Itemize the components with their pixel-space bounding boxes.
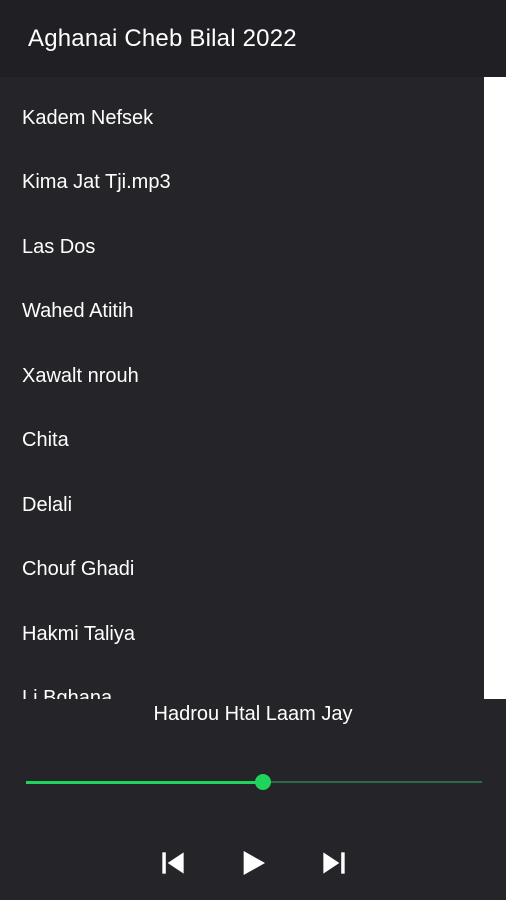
song-item[interactable]: Chouf Ghadi [0, 538, 484, 603]
play-button[interactable] [235, 845, 271, 881]
seek-bar[interactable] [26, 772, 482, 792]
song-item[interactable]: Wahed Atitih [0, 280, 484, 345]
song-item[interactable]: Xawalt nrouh [0, 344, 484, 409]
app-title: Aghanai Cheb Bilal 2022 [28, 24, 297, 52]
song-item[interactable]: Chita [0, 409, 484, 474]
song-item[interactable]: Las Dos [0, 215, 484, 280]
song-item[interactable]: Kima Jat Tji.mp3 [0, 151, 484, 216]
song-item[interactable]: Hakmi Taliya [0, 602, 484, 667]
right-panel-edge [484, 77, 506, 699]
player-panel: Hadrou Htal Laam Jay [0, 699, 506, 900]
now-playing-title: Hadrou Htal Laam Jay [153, 703, 353, 725]
song-item[interactable]: Li Bghana [0, 667, 484, 699]
song-item[interactable]: Delali [0, 473, 484, 538]
song-item[interactable]: Kadem Nefsek [0, 86, 484, 151]
app-bar: Aghanai Cheb Bilal 2022 [0, 0, 506, 77]
next-button[interactable] [316, 845, 352, 881]
seek-thumb[interactable] [255, 774, 272, 790]
skip-next-icon [323, 852, 345, 874]
skip-previous-icon [162, 852, 184, 874]
song-list[interactable]: Kadem Nefsek Kima Jat Tji.mp3 Las Dos Wa… [0, 77, 484, 699]
seek-progress [26, 781, 264, 784]
previous-button[interactable] [155, 845, 191, 881]
playback-controls [0, 845, 506, 885]
play-icon [243, 851, 265, 875]
